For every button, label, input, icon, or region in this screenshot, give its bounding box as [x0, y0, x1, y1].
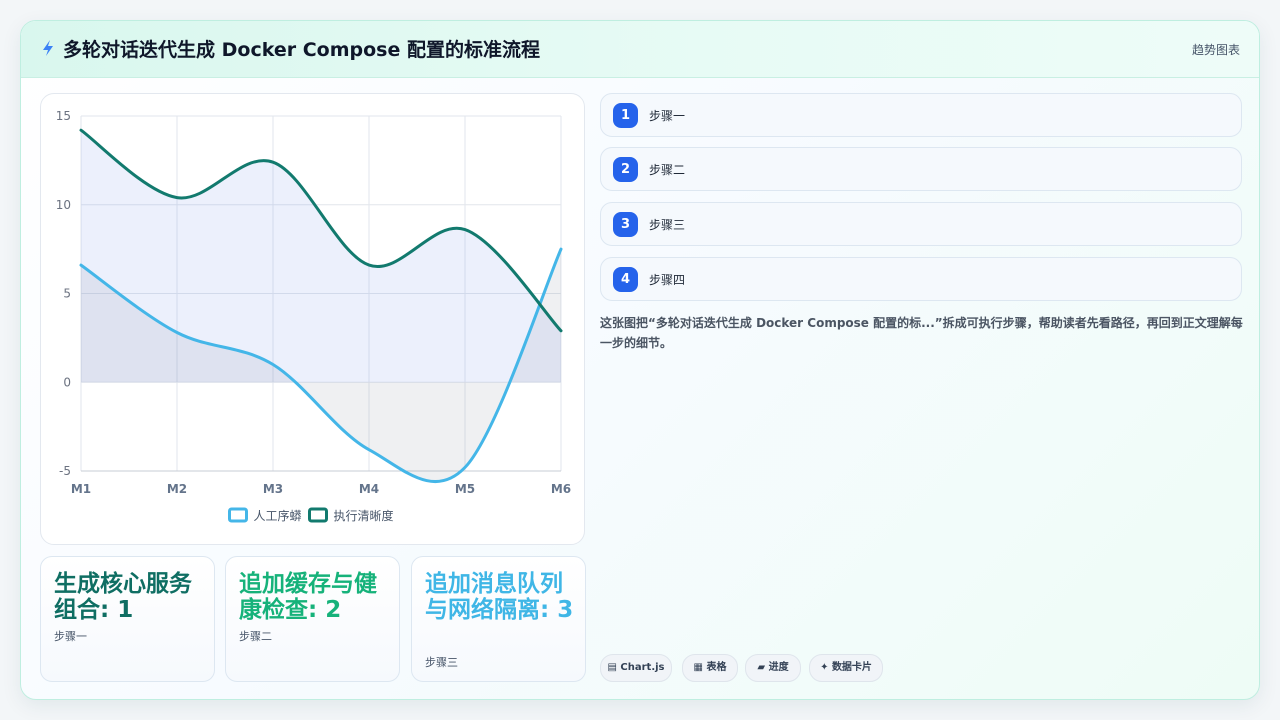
step-number-badge: 1 [613, 103, 638, 128]
step-item[interactable]: 4 步骤四 [600, 257, 1242, 301]
legend-label: 执行清晰度 [334, 508, 394, 523]
x-tick-label: M5 [455, 482, 475, 496]
x-tick-label: M4 [359, 482, 379, 496]
kpi-subtitle: 步骤三 [425, 656, 458, 669]
chart-icon: ▤ [607, 662, 617, 673]
step-item[interactable]: 3 步骤三 [600, 202, 1242, 246]
legend-swatch [228, 507, 248, 523]
kpi-value: 追加消息队列与网络隔离: 3 [425, 571, 574, 623]
kpi-card: 生成核心服务组合: 1 步骤一 [40, 556, 215, 682]
y-tick-label: -5 [59, 464, 71, 478]
series-area [81, 130, 561, 383]
y-tick-label: 5 [63, 287, 71, 301]
chip-label: 数据卡片 [831, 662, 872, 673]
x-tick-label: M2 [167, 482, 187, 496]
legend-label: 人工序蟒 [254, 508, 302, 523]
step-item[interactable]: 2 步骤二 [600, 147, 1242, 191]
progress-icon: ▰ [757, 662, 766, 673]
step-number-badge: 3 [613, 212, 638, 237]
legend-swatch [308, 507, 328, 523]
step-number-badge: 4 [613, 267, 638, 292]
table-icon: ▦ [693, 662, 703, 673]
main-card: 多轮对话迭代生成 Docker Compose 配置的标准流程 趋势图表 15 1… [20, 20, 1260, 700]
x-tick-label: M1 [71, 482, 91, 496]
chip-label: 表格 [706, 662, 727, 673]
kpi-card: 追加消息队列与网络隔离: 3 步骤三 [411, 556, 586, 682]
x-tick-label: M6 [551, 482, 571, 496]
kpi-card: 追加缓存与健康检查: 2 步骤二 [225, 556, 400, 682]
chip-data-card[interactable]: ✦ 数据卡片 [809, 654, 883, 682]
chart-description: 这张图把“多轮对话迭代生成 Docker Compose 配置的标...”拆成可… [600, 316, 1243, 350]
step-label: 步骤一 [649, 109, 686, 123]
kpi-value: 追加缓存与健康检查: 2 [239, 571, 377, 623]
kpi-subtitle: 步骤二 [239, 630, 272, 643]
header: 多轮对话迭代生成 Docker Compose 配置的标准流程 趋势图表 [21, 21, 1259, 78]
chip-label: 进度 [768, 662, 789, 673]
y-tick-label: 10 [56, 198, 71, 212]
step-label: 步骤四 [649, 273, 686, 287]
chip-progress[interactable]: ▰ 进度 [745, 654, 801, 682]
page-title: 多轮对话迭代生成 Docker Compose 配置的标准流程 [63, 39, 540, 61]
step-label: 步骤三 [649, 218, 686, 232]
chip-label: Chart.js [620, 662, 665, 673]
y-tick-label: 15 [56, 109, 71, 123]
chip-table[interactable]: ▦ 表格 [682, 654, 738, 682]
chip-chartjs[interactable]: ▤ Chart.js [600, 654, 672, 682]
kpi-value: 生成核心服务组合: 1 [54, 571, 192, 623]
y-tick-label: 0 [63, 375, 71, 389]
chart-panel: 15 10 5 0 -5 M1 M2 M3 M4 M5 M6 人工序蟒 执行清晰度 [40, 93, 585, 545]
line-chart: 15 10 5 0 -5M1 M2 M3 M4 M5 M6 人工序蟒 执行清晰度 [56, 109, 571, 523]
chart-type-tag: 趋势图表 [1191, 43, 1240, 57]
kpi-subtitle: 步骤一 [54, 630, 87, 643]
step-number-badge: 2 [613, 157, 638, 182]
sparkle-icon: ✦ [820, 662, 829, 673]
lightning-icon [43, 40, 53, 56]
step-label: 步骤二 [649, 163, 686, 177]
step-item[interactable]: 1 步骤一 [600, 93, 1242, 137]
x-tick-label: M3 [263, 482, 283, 496]
